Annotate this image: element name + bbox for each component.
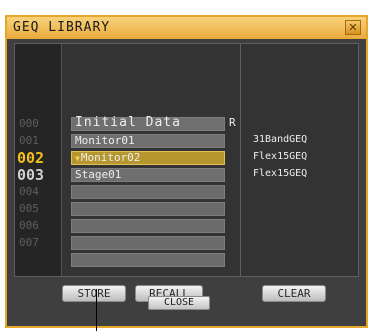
library-row-006[interactable]: 006 [15,218,360,235]
row-name: Monitor02 [80,151,141,164]
row-name-cell[interactable] [71,236,225,250]
library-row-002[interactable]: 002 ▼Monitor02 Flex15GEQ [15,149,360,167]
library-row-000[interactable]: 000 Initial Data R [15,115,360,133]
library-row-001[interactable]: 001 Monitor01 31BandGEQ [15,133,360,150]
callout-line [96,289,97,331]
row-name-cell[interactable] [71,185,225,199]
row-name: Initial Data [75,115,181,130]
library-row-007[interactable]: 007 [15,235,360,252]
library-row-003[interactable]: 003 Stage01 Flex15GEQ [15,166,360,184]
close-button[interactable]: CLOSE [148,296,210,310]
row-name-cell [71,253,225,267]
geq-library-window: GEQ LIBRARY ✕ 000 Initial Data R 001 Mon… [5,15,368,328]
row-number: 006 [19,219,39,232]
row-type: Flex15GEQ [253,151,308,162]
row-name-cell[interactable]: Stage01 [71,168,225,182]
close-icon[interactable]: ✕ [345,20,361,35]
row-name: Stage01 [75,168,122,181]
title-bar: GEQ LIBRARY ✕ [7,17,366,39]
selection-marker-icon: ▼ [75,154,80,163]
row-type: 31BandGEQ [253,134,308,145]
library-row-004[interactable]: 004 [15,184,360,201]
row-number: 003 [17,166,45,184]
row-number: 005 [19,202,39,215]
row-name-cell[interactable]: Monitor01 [71,134,225,148]
row-name-cell[interactable] [71,202,225,216]
row-type: Flex15GEQ [253,168,308,179]
row-number: 007 [19,236,39,249]
row-name-cell[interactable]: Initial Data [71,115,225,131]
window-title: GEQ LIBRARY [13,20,111,35]
row-name-cell[interactable] [71,219,225,233]
row-number: 000 [19,117,39,130]
store-button[interactable]: STORE [62,285,126,302]
library-row-empty [15,252,360,269]
clear-button[interactable]: CLEAR [262,285,326,302]
row-name: Monitor01 [75,134,135,147]
library-row-005[interactable]: 005 [15,201,360,218]
row-number: 004 [19,185,39,198]
library-list: 000 Initial Data R 001 Monitor01 31BandG… [14,43,359,277]
read-only-flag: R [229,116,236,129]
row-number: 001 [19,134,39,147]
row-number: 002 [17,149,45,167]
row-name-cell[interactable]: ▼Monitor02 [71,151,225,165]
